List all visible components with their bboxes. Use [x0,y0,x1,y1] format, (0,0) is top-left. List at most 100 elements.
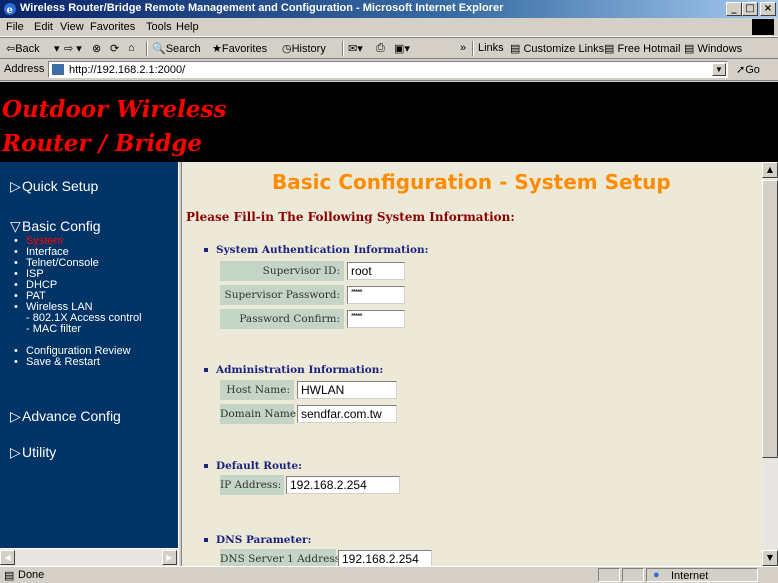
links-label: Links [478,42,504,54]
menu-edit[interactable]: Edit [34,21,53,33]
maximize-button[interactable]: □ [742,2,758,16]
go-button[interactable]: ➚Go [736,63,760,76]
scroll-up-icon[interactable]: ▲ [762,162,778,178]
scroll-right-icon[interactable]: ▶ [162,550,177,565]
nav-item-label: Save & Restart [26,356,100,368]
nav-utility[interactable]: ▷Utility [10,444,56,461]
supervisor-password-label: Supervisor Password: [220,285,344,305]
dns-heading-text: DNS Parameter: [216,534,312,546]
refresh-icon[interactable]: ⟳ [110,42,119,55]
status-text: Done [18,569,45,581]
route-section-heading: Default Route: [204,460,302,472]
menu-favorites[interactable]: Favorites [90,21,135,33]
scroll-left-icon[interactable]: ◀ [0,550,15,565]
supervisor-id-input[interactable]: root [347,262,405,280]
window-title: Wireless Router/Bridge Remote Management… [20,2,504,14]
bullet-square-icon [204,248,208,252]
mail-icon[interactable]: ✉▾ [348,42,363,55]
address-url: http://192.168.2.1:2000/ [69,64,186,76]
home-icon[interactable]: ⌂ [128,42,135,54]
triangle-down-icon: ▽ [10,218,21,234]
back-dropdown-icon[interactable]: ▾ [54,42,60,55]
toolbar-separator [342,41,344,56]
toolbar-separator [146,41,148,56]
banner-title-line2: Router / Bridge [2,130,203,157]
admin-section-heading: Administration Information: [204,364,383,376]
scroll-down-icon[interactable]: ▼ [762,550,778,566]
edit-icon[interactable]: ▣▾ [394,42,410,55]
page-icon: ▤ [604,43,615,55]
status-zone: ● Internet [646,568,758,582]
bullet-square-icon [204,464,208,468]
search-button[interactable]: 🔍Search [152,42,201,55]
address-dropdown-icon[interactable]: ▼ [712,63,726,76]
ie-logo-icon: e [4,3,16,16]
page-icon: ▤ [684,43,695,55]
auth-section-heading: System Authentication Information: [204,244,429,256]
domain-name-input[interactable]: sendfar.com.tw [297,405,397,423]
title-bar: e Wireless Router/Bridge Remote Manageme… [0,0,778,18]
favorites-button[interactable]: ★Favorites [212,42,267,55]
menu-help[interactable]: Help [176,21,199,33]
bullet-square-icon [204,538,208,542]
free-hotmail-link[interactable]: ▤ Free Hotmail [604,42,680,55]
print-icon[interactable]: ⎙ [376,42,385,55]
status-bar: ▤ Done ● Internet [0,566,778,583]
nav-advance-config-label: Advance Config [22,408,121,424]
nav-item-save-restart[interactable]: • Save & Restart [14,357,100,368]
menu-view[interactable]: View [60,21,84,33]
instruction-text: Please Fill-in The Following System Info… [186,210,515,224]
nav-quick-setup[interactable]: ▷Quick Setup [10,178,98,195]
menu-bar: File Edit View Favorites Tools Help [0,18,778,37]
host-name-input[interactable]: HWLAN [297,381,397,399]
nav-subitem-mac-filter[interactable]: - MAC filter [26,324,81,335]
chevron-icon[interactable]: » [460,42,466,54]
domain-name-label: Domain Name: [220,404,300,424]
ip-address-input[interactable]: 192.168.2.254 [286,476,400,494]
address-bar: Address http://192.168.2.1:2000/ ▼ ➚Go [0,59,778,81]
bullet-icon: • [14,356,18,368]
triangle-right-icon: ▷ [10,408,21,424]
scroll-thumb[interactable] [762,180,778,458]
admin-heading-text: Administration Information: [216,364,384,376]
menu-file[interactable]: File [6,21,24,33]
search-icon: 🔍 [152,43,166,55]
minimize-button[interactable]: _ [726,2,742,16]
password-confirm-label: Password Confirm: [220,309,344,329]
address-input[interactable]: http://192.168.2.1:2000/ ▼ [48,61,728,78]
customize-links-label: Customize Links [523,43,605,55]
nav-basic-config[interactable]: ▽Basic Config [10,218,101,235]
windows-label: Windows [697,43,743,55]
svg-text:e: e [7,5,13,16]
back-button[interactable]: ⇦Back [6,42,40,55]
navigation-frame: ▷Quick Setup ▽Basic Config • System • Inte… [0,162,178,566]
dns-server1-input[interactable]: 192.168.2.254 [338,550,432,566]
go-label: Go [745,64,760,76]
host-name-label: Host Name: [220,380,294,400]
page-title: Basic Configuration - System Setup [272,170,671,194]
status-zone-label: Internet [671,570,709,582]
address-label: Address [4,63,45,75]
favorites-label: Favorites [221,43,268,55]
search-label: Search [165,43,201,55]
customize-links-link[interactable]: ▤ Customize Links [510,42,604,55]
stop-icon[interactable]: ⊗ [92,42,101,55]
menu-tools[interactable]: Tools [146,21,172,33]
bullet-icon: • [14,301,18,313]
nav-quick-setup-label: Quick Setup [22,178,99,194]
page-icon: ▤ [510,43,521,55]
forward-button[interactable]: ⇨ ▾ [64,42,82,55]
nav-horizontal-scrollbar[interactable]: ◀ ▶ [0,548,178,566]
nav-basic-config-label: Basic Config [22,218,101,234]
password-confirm-input[interactable]: ***** [347,310,405,328]
nav-advance-config[interactable]: ▷Advance Config [10,408,121,425]
browser-window: e Wireless Router/Bridge Remote Manageme… [0,0,778,583]
supervisor-password-input[interactable]: ***** [347,286,405,304]
windows-link[interactable]: ▤ Windows [684,42,742,55]
windows-logo-icon [752,19,774,35]
close-button[interactable]: × [760,2,776,16]
favorites-icon: ★ [212,43,222,55]
main-vertical-scrollbar[interactable]: ▲ ▼ [762,162,778,566]
history-button[interactable]: ◷History [282,42,326,55]
dns-section-heading: DNS Parameter: [204,534,311,546]
